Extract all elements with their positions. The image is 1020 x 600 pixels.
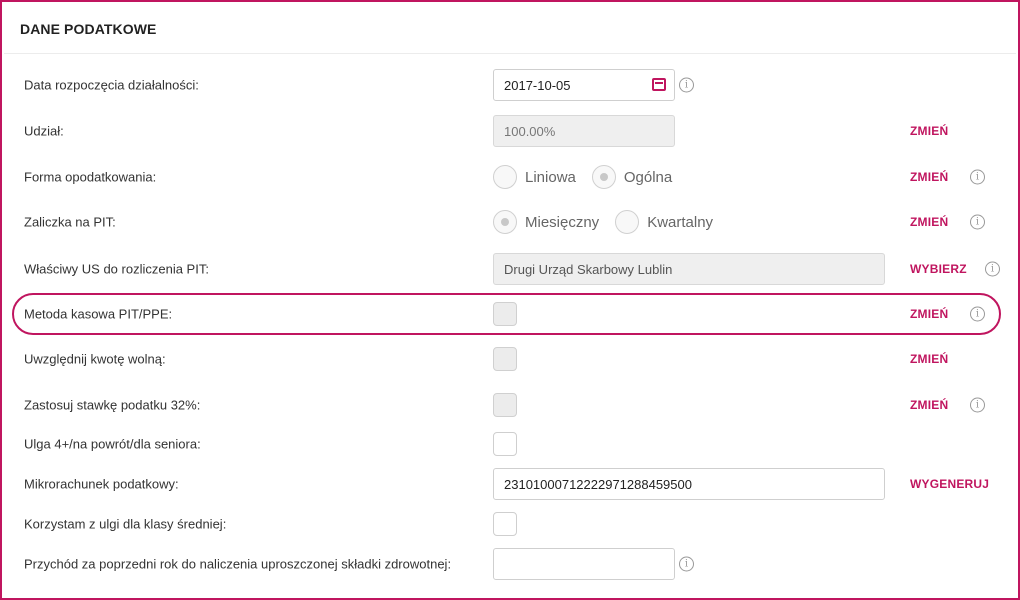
radio-button[interactable] — [591, 165, 616, 189]
info-icon[interactable]: i — [679, 77, 694, 93]
calendar-icon[interactable] — [652, 78, 666, 91]
prev-year-income-label: Przychód za poprzedni rok do naliczenia … — [24, 556, 452, 572]
rate-32-checkbox[interactable] — [493, 393, 517, 417]
info-icon[interactable]: i — [679, 556, 694, 572]
middle-class-label: Korzystam z ulgi dla klasy średniej: — [24, 516, 227, 532]
radio-button[interactable] — [493, 165, 517, 189]
tax-office-label: Właściwy US do rozliczenia PIT: — [24, 261, 209, 277]
row-micro-account: Mikrorachunek podatkowy: 231010007122229… — [0, 466, 1020, 502]
cash-method-change-button[interactable]: ZMIEŃ — [910, 307, 948, 321]
section-title: DANE PODATKOWE — [4, 4, 1016, 54]
tax-office-select-button[interactable]: WYBIERZ — [910, 262, 967, 276]
radio-label: Ogólna — [623, 168, 673, 186]
row-start-date: Data rozpoczęcia działalności: 2017-10-0… — [0, 67, 1020, 103]
row-cash-method: Metoda kasowa PIT/PPE: ZMIEŃ i — [0, 296, 1020, 332]
tax-form-label: Forma opodatkowania: — [24, 169, 157, 185]
info-icon[interactable]: i — [985, 261, 1000, 277]
row-share: Udział: 100.00% ZMIEŃ — [0, 113, 1020, 149]
micro-account-generate-button[interactable]: WYGENERUJ — [910, 477, 989, 491]
row-rate-32: Zastosuj stawkę podatku 32%: ZMIEŃ i — [0, 387, 1020, 423]
row-prev-year-income: Przychód za poprzedni rok do naliczenia … — [0, 546, 1020, 582]
start-date-input[interactable]: 2017-10-05 — [493, 69, 675, 101]
tax-office-value: Drugi Urząd Skarbowy Lublin — [504, 261, 673, 277]
row-tax-form: Forma opodatkowania: Liniowa Ogólna ZMIE… — [0, 159, 1020, 195]
micro-account-input[interactable]: 23101000712222971288459500 — [493, 468, 885, 500]
start-date-label: Data rozpoczęcia działalności: — [24, 77, 199, 93]
pit-advance-radio-group: Miesięczny Kwartalny — [493, 210, 729, 234]
micro-account-value: 23101000712222971288459500 — [504, 476, 692, 492]
pit-advance-option-quarterly[interactable]: Kwartalny — [615, 210, 713, 234]
tax-free-amount-change-button[interactable]: ZMIEŃ — [910, 352, 948, 366]
radio-button[interactable] — [615, 210, 640, 234]
rate-32-label: Zastosuj stawkę podatku 32%: — [24, 397, 201, 413]
tax-form-change-button[interactable]: ZMIEŃ — [910, 170, 948, 184]
share-label: Udział: — [24, 123, 64, 139]
radio-label: Kwartalny — [647, 213, 714, 231]
prev-year-income-input[interactable] — [493, 548, 675, 580]
tax-form-option-general[interactable]: Ogólna — [591, 165, 673, 189]
cash-method-label: Metoda kasowa PIT/PPE: — [24, 306, 173, 322]
micro-account-label: Mikrorachunek podatkowy: — [24, 476, 179, 492]
pit-advance-change-button[interactable]: ZMIEŃ — [910, 215, 948, 229]
tax-free-amount-label: Uwzględnij kwotę wolną: — [24, 351, 166, 367]
info-icon[interactable]: i — [970, 169, 985, 185]
tax-form-radio-group: Liniowa Ogólna — [493, 165, 688, 189]
share-input: 100.00% — [493, 115, 675, 147]
radio-label: Miesięczny — [525, 213, 600, 231]
pit-advance-option-monthly[interactable]: Miesięczny — [493, 210, 599, 234]
relief-4plus-checkbox[interactable] — [493, 432, 517, 456]
tax-free-amount-checkbox[interactable] — [493, 347, 517, 371]
middle-class-checkbox[interactable] — [493, 512, 517, 536]
info-icon[interactable]: i — [970, 214, 985, 230]
info-icon[interactable]: i — [970, 306, 985, 322]
start-date-value: 2017-10-05 — [504, 77, 571, 93]
pit-advance-label: Zaliczka na PIT: — [24, 214, 116, 230]
tax-office-input: Drugi Urząd Skarbowy Lublin — [493, 253, 885, 285]
share-value: 100.00% — [504, 123, 556, 139]
rate-32-change-button[interactable]: ZMIEŃ — [910, 398, 948, 412]
tax-form-option-linear[interactable]: Liniowa — [493, 165, 576, 189]
cash-method-checkbox[interactable] — [493, 302, 517, 326]
row-middle-class: Korzystam z ulgi dla klasy średniej: — [0, 506, 1020, 542]
row-relief-4plus: Ulga 4+/na powrót/dla seniora: — [0, 426, 1020, 462]
radio-button[interactable] — [493, 210, 517, 234]
info-icon[interactable]: i — [970, 397, 985, 413]
row-pit-advance: Zaliczka na PIT: Miesięczny Kwartalny ZM… — [0, 204, 1020, 240]
relief-4plus-label: Ulga 4+/na powrót/dla seniora: — [24, 436, 201, 452]
row-tax-office: Właściwy US do rozliczenia PIT: Drugi Ur… — [0, 251, 1020, 287]
row-tax-free-amount: Uwzględnij kwotę wolną: ZMIEŃ — [0, 341, 1020, 377]
radio-label: Liniowa — [525, 168, 576, 186]
share-change-button[interactable]: ZMIEŃ — [910, 124, 948, 138]
